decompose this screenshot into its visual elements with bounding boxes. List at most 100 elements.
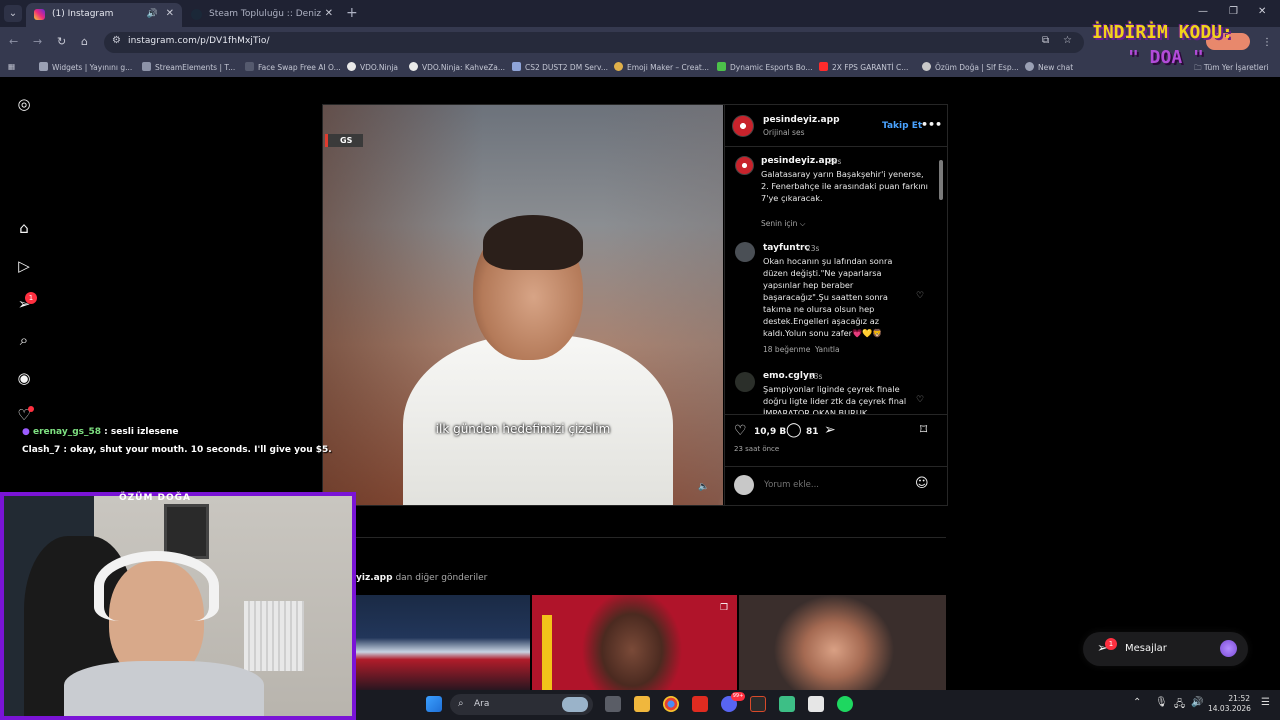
explore-nav-icon[interactable]: ◉ xyxy=(14,368,34,388)
install-app-icon[interactable]: ⧉ xyxy=(1042,35,1049,46)
microphone-icon[interactable]: 🎙 xyxy=(1155,697,1168,708)
bookmark-ozum-doga[interactable]: Özüm Doğa | Slf Esp... xyxy=(922,62,1019,72)
tray-expand-icon[interactable]: ⌃ xyxy=(1133,697,1141,708)
emoji-favicon-icon xyxy=(614,62,623,71)
notification-center-icon[interactable]: ☰ xyxy=(1261,697,1270,708)
notification-badge: 1 xyxy=(25,292,37,304)
whatsapp-icon[interactable] xyxy=(779,696,795,712)
tab-title: (1) Instagram xyxy=(52,9,114,19)
commenter-avatar[interactable] xyxy=(735,242,755,262)
close-tab-icon[interactable]: ✕ xyxy=(325,3,333,25)
post-thumbnail[interactable] xyxy=(739,595,946,690)
chrome-icon[interactable] xyxy=(663,696,679,712)
capcut-icon[interactable] xyxy=(808,696,824,712)
caption-user[interactable]: pesindeyiz.app xyxy=(761,156,838,166)
bookmark-label: VDO.Ninja xyxy=(360,63,399,72)
comment-likes[interactable]: 18 beğenme xyxy=(763,345,810,354)
taskbar-clock[interactable]: 21:52 14.03.2026 xyxy=(1208,694,1251,714)
follow-button[interactable]: Takip Et xyxy=(882,121,922,131)
spotify-icon[interactable] xyxy=(837,696,853,712)
more-options-button[interactable]: ••• xyxy=(921,118,942,131)
search-nav-icon[interactable]: ⌕ xyxy=(14,330,34,350)
bookmark-vdoninja[interactable]: VDO.Ninja xyxy=(347,62,398,72)
close-window-icon[interactable]: ✕ xyxy=(1258,6,1266,17)
youtube-icon[interactable] xyxy=(692,696,708,712)
bookmark-label: CS2 DUST2 DM Serv... xyxy=(525,63,609,72)
save-bookmark-icon[interactable]: ⌑ xyxy=(920,422,927,438)
network-icon[interactable]: 🖧 xyxy=(1174,697,1185,714)
for-you-toggle[interactable]: Senin için ⌵ xyxy=(761,219,805,229)
reply-button[interactable]: Yanıtla xyxy=(815,345,840,354)
home-nav-icon[interactable]: ⌂ xyxy=(14,218,34,238)
taskbar-search[interactable]: ⌕ Ara xyxy=(450,694,593,715)
bookmark-vdoninja-kahve[interactable]: VDO.Ninja: KahveZa... xyxy=(409,62,505,72)
comment-user[interactable]: tayfuntrc xyxy=(763,243,810,253)
volume-icon[interactable]: 🔈 xyxy=(698,482,709,492)
webcam-overlay xyxy=(0,492,356,720)
taskbar-search-label: Ara xyxy=(474,699,490,709)
video-subject-hair xyxy=(483,215,583,270)
post-video[interactable]: GS ilk günden hedefimizi çizelim 🔈 xyxy=(323,105,723,505)
messages-avatar[interactable] xyxy=(1220,640,1237,657)
bookmark-dynamic-esports[interactable]: Dynamic Esports Bo... xyxy=(717,62,813,72)
bookmark-emoji-maker[interactable]: Emoji Maker – Creat... xyxy=(614,62,709,72)
obs-icon[interactable] xyxy=(750,696,766,712)
speaker-icon[interactable]: 🔊 xyxy=(147,3,158,25)
reload-icon[interactable]: ↻ xyxy=(57,35,66,48)
comment-like-icon[interactable]: ♡ xyxy=(916,291,924,301)
tab-instagram[interactable]: (1) Instagram 🔊 ✕ xyxy=(26,3,182,27)
chat-message: Clash_7 : okay, shut your mouth. 10 seco… xyxy=(22,445,332,455)
browser-menu-icon[interactable]: ⋮ xyxy=(1262,37,1272,48)
reels-nav-icon[interactable]: ▷ xyxy=(14,256,34,276)
ozum-favicon-icon xyxy=(922,62,931,71)
dynamic-favicon-icon xyxy=(717,62,726,71)
post-thumbnail[interactable]: ❐ xyxy=(532,595,737,690)
header-divider xyxy=(724,146,947,147)
messages-badge: 1 xyxy=(1105,638,1117,650)
site-info-icon[interactable]: ⚙ xyxy=(112,35,121,46)
task-view-icon[interactable] xyxy=(605,696,621,712)
forward-icon[interactable]: → xyxy=(33,35,42,48)
bookmark-streamelements[interactable]: StreamElements | T... xyxy=(142,62,235,72)
commenter-avatar[interactable] xyxy=(735,372,755,392)
bookmark-faceswap[interactable]: Face Swap Free AI O... xyxy=(245,62,341,72)
new-tab-button[interactable]: + xyxy=(346,5,358,21)
comment-user[interactable]: emo.cglyn xyxy=(763,371,815,381)
emoji-picker-icon[interactable]: ☺ xyxy=(915,476,929,491)
author-avatar[interactable] xyxy=(732,115,754,137)
share-send-icon[interactable]: ➢ xyxy=(824,422,836,438)
audio-label[interactable]: Orijinal ses xyxy=(763,128,804,137)
like-heart-icon[interactable]: ♡ xyxy=(734,423,747,439)
comment-bubble-icon[interactable]: ◯ xyxy=(786,422,802,438)
bookmark-star-icon[interactable]: ☆ xyxy=(1063,35,1072,46)
tab-list-button[interactable]: ⌄ xyxy=(4,5,22,22)
bookmark-widgets[interactable]: Widgets | Yayınını g... xyxy=(39,62,132,72)
apps-grid-icon[interactable]: ▦ xyxy=(8,62,15,71)
bookmark-cs2[interactable]: CS2 DUST2 DM Serv... xyxy=(512,62,608,72)
minimize-icon[interactable]: — xyxy=(1198,6,1208,17)
instagram-logo-icon[interactable]: ◎ xyxy=(14,94,34,114)
post-author[interactable]: pesindeyiz.app xyxy=(763,115,840,125)
url-text: instagram.com/p/DV1fhMxjTio/ xyxy=(128,36,270,46)
bookmark-fps[interactable]: 2X FPS GARANTİ C... xyxy=(819,62,908,72)
close-tab-icon[interactable]: ✕ xyxy=(166,3,174,25)
home-icon[interactable]: ⌂ xyxy=(81,35,88,48)
comment-like-icon[interactable]: ♡ xyxy=(916,395,924,405)
maximize-icon[interactable]: ❐ xyxy=(1229,6,1238,17)
comment-input[interactable]: Yorum ekle... xyxy=(764,480,819,490)
back-icon[interactable]: ← xyxy=(9,35,18,48)
start-windows-icon[interactable] xyxy=(426,696,442,712)
scrollbar-thumb[interactable] xyxy=(939,160,943,200)
tab-steam[interactable]: Steam Topluluğu :: Deniz Tony ✕ xyxy=(183,3,341,41)
notification-dot xyxy=(28,406,34,412)
search-highlight-icon xyxy=(562,697,588,712)
volume-tray-icon[interactable]: 🔊 xyxy=(1191,697,1203,708)
address-bar[interactable]: ⚙ instagram.com/p/DV1fhMxjTio/ ⧉ ☆ xyxy=(104,32,1084,53)
youtube-favicon-icon xyxy=(819,62,828,71)
file-explorer-icon[interactable] xyxy=(634,696,650,712)
caption-avatar[interactable] xyxy=(735,156,754,175)
more-posts-author[interactable]: yiz.app xyxy=(356,573,393,583)
bookmark-new-chat[interactable]: New chat xyxy=(1025,62,1073,72)
post-thumbnail[interactable] xyxy=(356,595,530,690)
likes-count[interactable]: 10,9 B xyxy=(754,427,786,437)
